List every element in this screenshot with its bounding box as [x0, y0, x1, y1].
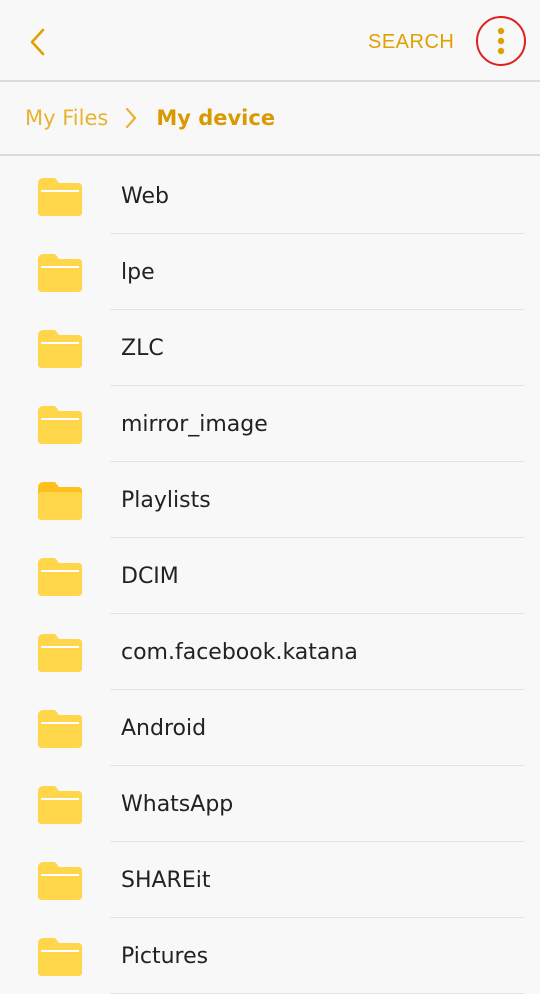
list-item[interactable]: mirror_image: [0, 386, 540, 462]
list-item[interactable]: SHAREit: [0, 842, 540, 918]
folder-icon: [38, 862, 82, 900]
breadcrumb-my-device: My device: [156, 106, 276, 130]
folder-name: Playlists: [121, 487, 211, 513]
list-item[interactable]: WhatsApp: [0, 766, 540, 842]
more-options-button[interactable]: [476, 16, 526, 66]
folder-icon: [38, 786, 82, 824]
folder-name: com.facebook.katana: [121, 639, 358, 665]
list-item[interactable]: Pictures: [0, 918, 540, 994]
list-item[interactable]: com.facebook.katana: [0, 614, 540, 690]
search-button[interactable]: SEARCH: [368, 24, 454, 60]
folder-icon: [38, 482, 82, 520]
folder-name: mirror_image: [121, 411, 268, 437]
folder-icon: [38, 178, 82, 216]
list-item[interactable]: ZLC: [0, 310, 540, 386]
list-item[interactable]: lpe: [0, 234, 540, 310]
folder-icon: [38, 710, 82, 748]
list-item[interactable]: DCIM: [0, 538, 540, 614]
folder-icon: [38, 330, 82, 368]
more-options-icon: [497, 27, 505, 55]
folder-name: ZLC: [121, 335, 164, 361]
top-app-bar: SEARCH: [0, 0, 540, 82]
folder-name: lpe: [121, 259, 155, 285]
folder-icon: [38, 558, 82, 596]
back-button[interactable]: [18, 22, 58, 62]
folder-name: Pictures: [121, 943, 209, 969]
folder-icon: [38, 254, 82, 292]
folder-icon: [38, 938, 82, 976]
breadcrumb-my-files[interactable]: My Files: [25, 106, 108, 130]
folder-name: DCIM: [121, 563, 179, 589]
back-chevron-icon: [30, 28, 45, 56]
folder-list: Web lpe ZLC mirror_image Playlists DCIM …: [0, 158, 540, 994]
breadcrumb-separator-icon: [124, 107, 140, 129]
folder-icon: [38, 634, 82, 672]
folder-name: WhatsApp: [121, 791, 234, 817]
folder-name: Android: [121, 715, 207, 741]
breadcrumb: My Files My device: [0, 82, 540, 156]
list-item[interactable]: Playlists: [0, 462, 540, 538]
list-item[interactable]: Android: [0, 690, 540, 766]
folder-icon: [38, 406, 82, 444]
folder-name: Web: [121, 183, 169, 209]
list-item[interactable]: Web: [0, 158, 540, 234]
folder-name: SHAREit: [121, 867, 211, 893]
